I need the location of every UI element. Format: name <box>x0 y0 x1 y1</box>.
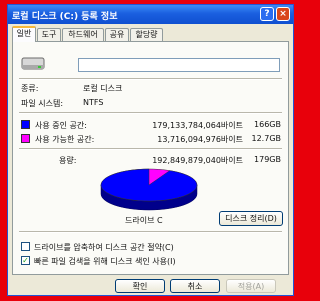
general-panel: 종류: 로컬 디스크 파일 시스템: NTFS 사용 중인 공간: 179,13… <box>12 41 289 275</box>
properties-window: 로컬 디스크 (C:) 등록 정보 ? × 일반 도구 하드웨어 공유 할당량 … <box>7 4 294 296</box>
filesystem-label: 파일 시스템: <box>21 99 64 108</box>
used-space-bytes: 179,133,784,064바이트 <box>152 121 243 130</box>
index-label[interactable]: 빠른 파일 검색을 위해 디스크 색인 사용(I) <box>34 256 176 267</box>
volume-name-input[interactable] <box>78 58 280 72</box>
type-label: 종류: <box>21 84 39 93</box>
free-space-swatch <box>21 134 30 143</box>
free-space-size: 12.7GB <box>251 134 282 143</box>
ok-button[interactable]: 확인 <box>115 279 165 293</box>
tab-sharing[interactable]: 공유 <box>105 28 129 41</box>
free-space-label: 사용 가능한 공간: <box>35 135 95 144</box>
divider <box>19 231 282 233</box>
help-button[interactable]: ? <box>260 7 274 21</box>
window-title: 로컬 디스크 (C:) 등록 정보 <box>12 12 118 22</box>
close-button[interactable]: × <box>276 7 290 21</box>
compress-label[interactable]: 드라이브를 압축하여 디스크 공간 절약(C) <box>34 242 174 253</box>
drive-label: 드라이브 C <box>125 216 163 225</box>
divider <box>19 78 282 80</box>
disk-cleanup-button[interactable]: 디스크 정리(D) <box>219 211 283 226</box>
used-space-size: 166GB <box>254 120 281 129</box>
compress-checkbox[interactable] <box>21 242 30 251</box>
type-value: 로컬 디스크 <box>83 84 123 93</box>
index-checkbox[interactable]: ✓ <box>21 256 30 265</box>
tab-quota[interactable]: 할당량 <box>130 28 163 41</box>
tab-tools[interactable]: 도구 <box>37 28 61 41</box>
used-space-label: 사용 중인 공간: <box>35 121 87 130</box>
used-space-swatch <box>21 120 30 129</box>
divider <box>19 112 282 114</box>
disk-usage-pie <box>100 168 198 211</box>
capacity-size: 179GB <box>254 155 281 164</box>
free-space-bytes: 13,716,094,976바이트 <box>157 135 243 144</box>
checkmark-icon: ✓ <box>22 256 29 265</box>
divider <box>19 148 282 150</box>
title-bar[interactable]: 로컬 디스크 (C:) 등록 정보 ? × <box>8 5 293 24</box>
hard-drive-icon <box>21 57 45 70</box>
tab-general[interactable]: 일반 <box>12 26 36 42</box>
filesystem-value: NTFS <box>83 98 104 107</box>
capacity-bytes: 192,849,879,040바이트 <box>152 156 243 165</box>
apply-button[interactable]: 적용(A) <box>226 279 276 293</box>
pie-used-slice <box>100 168 198 202</box>
tab-hardware[interactable]: 하드웨어 <box>62 28 104 41</box>
cancel-button[interactable]: 취소 <box>170 279 220 293</box>
capacity-label: 용량: <box>59 156 77 165</box>
